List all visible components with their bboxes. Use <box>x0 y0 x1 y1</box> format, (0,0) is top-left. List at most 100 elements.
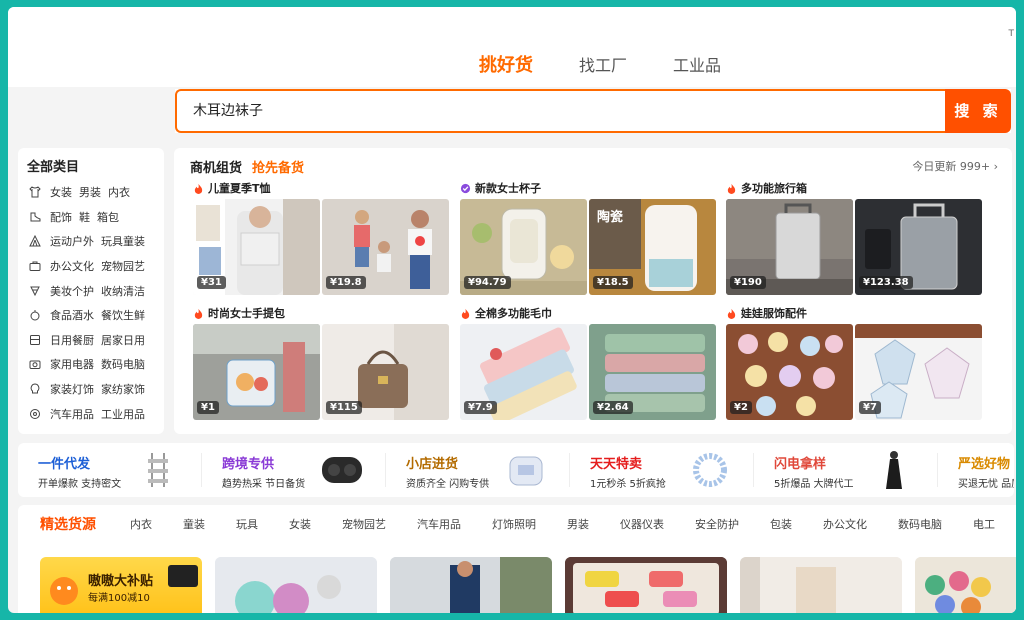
featured-tab[interactable]: 数码电脑 <box>898 516 942 532</box>
promo-small-shop[interactable]: 小店进货 资质齐全 闪购专供 <box>386 443 569 497</box>
category-link[interactable]: 居家日用 <box>101 332 145 348</box>
product-image[interactable]: ¥7 <box>855 324 982 420</box>
group-title-row: 新款女士杯子 <box>460 180 718 196</box>
category-panel: 全部类目 女装 男装 内衣 配饰 鞋 箱包 运动户外 玩具童装 办公文化 宠物园… <box>18 148 164 434</box>
category-link[interactable]: 运动户外 <box>50 233 94 249</box>
category-link[interactable]: 汽车用品 <box>50 406 94 422</box>
product-image[interactable]: ¥94.79 <box>460 199 587 295</box>
category-link[interactable]: 鞋 <box>79 209 90 225</box>
featured-tab[interactable]: 童装 <box>183 516 205 532</box>
product-image[interactable]: ¥2 <box>726 324 853 420</box>
product-image[interactable]: ¥7.9 <box>460 324 587 420</box>
price-tag: ¥115 <box>326 401 362 414</box>
category-link[interactable]: 配饰 <box>50 209 72 225</box>
group-title: 全棉多功能毛巾 <box>475 307 552 320</box>
promo-daily-deals[interactable]: 天天特卖 1元秒杀 5折疯抢 <box>570 443 753 497</box>
product-image[interactable]: ¥123.38 <box>855 199 982 295</box>
product-group[interactable]: 多功能旅行箱 ¥190 ¥123.38 <box>726 180 984 295</box>
promo-title: 严选好物 <box>958 457 1011 472</box>
featured-tab[interactable]: 玩具 <box>236 516 258 532</box>
browser-window: 挑好货 找工厂 工业品 T 木耳边袜子 搜 索 全部类目 女装 男装 内衣 配饰… <box>8 7 1016 613</box>
product-image[interactable]: ¥190 <box>726 199 853 295</box>
category-link[interactable]: 宠物园艺 <box>101 258 145 274</box>
featured-tab[interactable]: 办公文化 <box>823 516 867 532</box>
category-link[interactable]: 餐饮生鲜 <box>101 307 145 323</box>
group-title-row: 儿童夏季T恤 <box>193 180 451 196</box>
promo-one-piece-dropship[interactable]: 一件代发 开单爆款 支持密文 <box>18 443 201 497</box>
promo-cross-border[interactable]: 跨境专供 趋势热采 节日备货 <box>202 443 385 497</box>
category-link[interactable]: 箱包 <box>97 209 119 225</box>
product-image[interactable]: ¥1 <box>193 324 320 420</box>
update-count-link[interactable]: 今日更新 999+ › <box>912 158 998 174</box>
promo-selected-goods[interactable]: 严选好物 买退无忧 品质好 <box>938 443 1014 497</box>
product-image[interactable]: ¥19.8 <box>322 199 449 295</box>
category-row: 配饰 鞋 箱包 <box>27 205 164 230</box>
badge-icon <box>460 183 471 193</box>
featured-product-card[interactable] <box>740 557 902 613</box>
tab-industrial[interactable]: 工业品 <box>673 52 721 76</box>
category-link[interactable]: 收纳清洁 <box>101 283 145 299</box>
product-group[interactable]: 儿童夏季T恤 ¥31 ¥19.8 <box>193 180 451 295</box>
category-link[interactable]: 工业用品 <box>101 406 145 422</box>
featured-tab[interactable]: 宠物园艺 <box>342 516 386 532</box>
featured-tab[interactable]: 灯饰照明 <box>492 516 536 532</box>
category-link[interactable]: 家装灯饰 <box>50 381 94 397</box>
featured-cards: 嗷嗷大补贴 每满100减10 <box>40 557 1016 613</box>
category-link[interactable]: 食品酒水 <box>50 307 94 323</box>
category-row: 办公文化 宠物园艺 <box>27 254 164 279</box>
category-link[interactable]: 家纺家饰 <box>101 381 145 397</box>
featured-product-card[interactable] <box>215 557 377 613</box>
earbuds-image <box>322 457 362 483</box>
product-image[interactable]: 陶瓷 ¥18.5 <box>589 199 716 295</box>
featured-tab[interactable]: 内衣 <box>130 516 152 532</box>
price-tag: ¥2.64 <box>593 401 633 414</box>
product-group[interactable]: 娃娃服饰配件 ¥2 ¥7 <box>726 305 984 420</box>
featured-product-card[interactable] <box>915 557 1016 613</box>
promo-subtitle: 5折爆品 大牌代工 <box>774 479 854 490</box>
category-link[interactable]: 玩具童装 <box>101 233 145 249</box>
promo-subtitle: 1元秒杀 5折疯抢 <box>590 479 666 490</box>
category-link[interactable]: 办公文化 <box>50 258 94 274</box>
featured-tab[interactable]: 安全防护 <box>695 516 739 532</box>
featured-tab[interactable]: 仪器仪表 <box>620 516 664 532</box>
category-link[interactable]: 日用餐厨 <box>50 332 94 348</box>
featured-product-card[interactable] <box>565 557 727 613</box>
product-image[interactable]: ¥2.64 <box>589 324 716 420</box>
price-tag: ¥123.38 <box>859 276 913 289</box>
card-icon <box>168 565 198 587</box>
price-tag: ¥190 <box>730 276 766 289</box>
product-image[interactable]: ¥115 <box>322 324 449 420</box>
featured-product-card[interactable] <box>390 557 552 613</box>
product-group[interactable]: 新款女士杯子 ¥94.79 陶瓷 ¥18.5 <box>460 180 718 295</box>
featured-tab[interactable]: 汽车用品 <box>417 516 461 532</box>
product-group[interactable]: 时尚女士手提包 ¥1 ¥115 <box>193 305 451 420</box>
search-mode-tabs: 挑好货 找工厂 工业品 <box>479 51 721 77</box>
search-button[interactable]: 搜 索 <box>945 89 1011 133</box>
promo-fast-sample[interactable]: 闪电拿样 5折爆品 大牌代工 <box>754 443 937 497</box>
promo-title: 小店进货 <box>406 457 459 472</box>
category-link[interactable]: 女装 <box>50 184 72 200</box>
featured-tab[interactable]: 电工 <box>973 516 995 532</box>
category-link[interactable]: 家用电器 <box>50 356 94 372</box>
category-link[interactable]: 内衣 <box>108 184 130 200</box>
product-group[interactable]: 全棉多功能毛巾 ¥7.9 ¥2.64 <box>460 305 718 420</box>
group-title-row: 时尚女士手提包 <box>193 305 451 321</box>
search-bar: 木耳边袜子 搜 索 <box>175 89 1011 133</box>
promo-strip: 一件代发 开单爆款 支持密文 跨境专供 趋势热采 节日备货 小店进货 资质齐全 … <box>18 443 1014 497</box>
dress-image <box>886 451 902 489</box>
category-row: 家用电器 数码电脑 <box>27 352 164 377</box>
category-link[interactable]: 男装 <box>79 184 101 200</box>
featured-tab[interactable]: 包装 <box>770 516 792 532</box>
category-link[interactable]: 美妆个护 <box>50 283 94 299</box>
category-link[interactable]: 数码电脑 <box>101 356 145 372</box>
promo-title: 天天特卖 <box>590 457 643 472</box>
featured-tab[interactable]: 女装 <box>289 516 311 532</box>
featured-tab[interactable]: 男装 <box>567 516 589 532</box>
search-input[interactable]: 木耳边袜子 <box>175 89 945 133</box>
tab-good-products[interactable]: 挑好货 <box>479 51 533 77</box>
tab-find-factory[interactable]: 找工厂 <box>579 52 627 76</box>
briefcase-icon <box>27 259 43 273</box>
product-image[interactable]: ¥31 <box>193 199 320 295</box>
subsidy-banner[interactable]: 嗷嗷大补贴 每满100减10 <box>40 557 202 613</box>
panel-subtitle[interactable]: 抢先备货 <box>252 157 304 176</box>
